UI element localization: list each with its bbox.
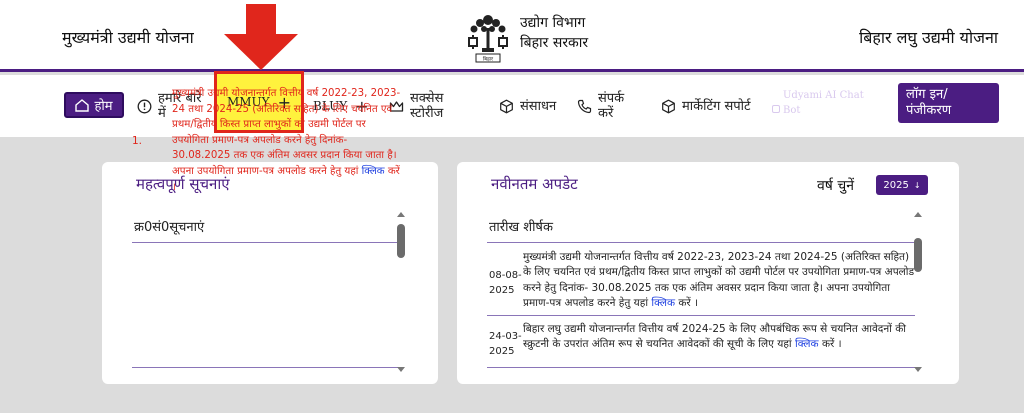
login-register-button[interactable]: लॉग इन/ पंजीकरण <box>898 83 999 123</box>
update-item: बिहार लघु उद्यमी योजनान्तर्गत वित्तीय वर… <box>523 322 915 353</box>
divider <box>132 242 398 243</box>
box-icon <box>498 98 514 114</box>
divider <box>487 315 915 316</box>
nav-home-button[interactable]: होम <box>64 92 124 118</box>
department-name: उद्योग विभाग बिहार सरकार <box>520 13 588 53</box>
nav-success-label: सक्सेस स्टोरीज <box>410 91 444 121</box>
notice-item: मुख्यमंत्री उद्यमी योजनान्तर्गत वित्तीय … <box>172 86 404 195</box>
red-arrow-icon <box>224 4 298 70</box>
notices-column-header: क्र0सं0सूचनाएं <box>134 220 205 235</box>
nav-contact-label: संपर्क करें <box>598 91 625 121</box>
phone-icon <box>576 98 592 114</box>
site-header: मुख्यमंत्री उद्यमी योजना बिहार उद्योग वि… <box>0 0 1024 72</box>
update-suffix: करें । <box>821 338 842 351</box>
updates-panel: नवीनतम अपडेट वर्ष चुनें 2025 ↓ तारीख शीर… <box>457 162 959 384</box>
main-nav: होम हमारे बारे में MMUY + BLUY + सक्सेस … <box>0 71 1024 137</box>
nav-resources-label: संसाधन <box>520 98 557 114</box>
scroll-up-icon[interactable] <box>397 212 405 217</box>
update-click-link[interactable]: क्लिक <box>795 338 819 350</box>
nav-marketing[interactable]: मार्केटिंग सपोर्ट <box>660 75 756 137</box>
scroll-thumb[interactable] <box>397 224 405 258</box>
chatbot-icon <box>772 105 780 113</box>
year-select-value: 2025 <box>883 179 909 191</box>
notice-text: मुख्यमंत्री उद्यमी योजनान्तर्गत वित्तीय … <box>172 88 401 177</box>
year-select-label: वर्ष चुनें <box>817 178 854 194</box>
notices-scrollbar[interactable] <box>396 212 406 372</box>
update-text: बिहार लघु उद्यमी योजनान्तर्गत वित्तीय वर… <box>523 323 907 351</box>
notice-click-link[interactable]: क्लिक <box>362 166 385 177</box>
nav-chatbot[interactable]: Udyami AI Chat Bot <box>772 88 873 118</box>
update-text: मुख्यमंत्री उद्यमी योजनान्तर्गत वित्तीय … <box>523 251 915 310</box>
update-suffix: करें । <box>678 297 699 310</box>
year-select[interactable]: 2025 ↓ <box>876 175 928 195</box>
notice-serial: 1. <box>132 135 143 147</box>
home-icon <box>75 98 90 112</box>
update-item: मुख्यमंत्री उद्यमी योजनान्तर्गत वित्तीय … <box>523 250 915 312</box>
info-icon <box>136 98 152 114</box>
arrow-down-icon: ↓ <box>913 180 921 190</box>
divider <box>487 367 915 368</box>
update-click-link[interactable]: क्लिक <box>651 297 675 309</box>
box-icon <box>660 98 676 114</box>
scheme-title-left[interactable]: मुख्यमंत्री उद्यमी योजना <box>62 26 194 48</box>
nav-marketing-label: मार्केटिंग सपोर्ट <box>682 98 751 114</box>
emblem-caption: बिहार <box>483 56 494 63</box>
department-line-1: उद्योग विभाग <box>520 15 586 31</box>
update-date: 08-08-2025 <box>489 270 522 296</box>
notices-panel: महत्वपूर्ण सूचनाएं क्र0सं0सूचनाएं <box>102 162 438 384</box>
nav-contact[interactable]: संपर्क करें <box>576 75 646 137</box>
update-date: 24-03-2025 <box>489 331 522 357</box>
scroll-down-icon[interactable] <box>397 367 405 372</box>
department-line-2: बिहार सरकार <box>520 35 589 51</box>
bihar-emblem-icon: बिहार <box>468 15 508 63</box>
nav-chatbot-label: Udyami AI Chat Bot <box>783 90 864 116</box>
updates-column-header: तारीख शीर्षक <box>489 220 553 235</box>
scroll-down-icon[interactable] <box>914 367 922 372</box>
scheme-title-right[interactable]: बिहार लघु उद्यमी योजना <box>859 26 998 48</box>
scroll-thumb[interactable] <box>914 238 922 272</box>
nav-resources[interactable]: संसाधन <box>498 75 556 137</box>
divider <box>132 367 398 368</box>
nav-home-label: होम <box>94 99 113 114</box>
updates-title: नवीनतम अपडेट <box>491 175 578 193</box>
divider <box>487 242 915 243</box>
scroll-up-icon[interactable] <box>914 212 922 217</box>
